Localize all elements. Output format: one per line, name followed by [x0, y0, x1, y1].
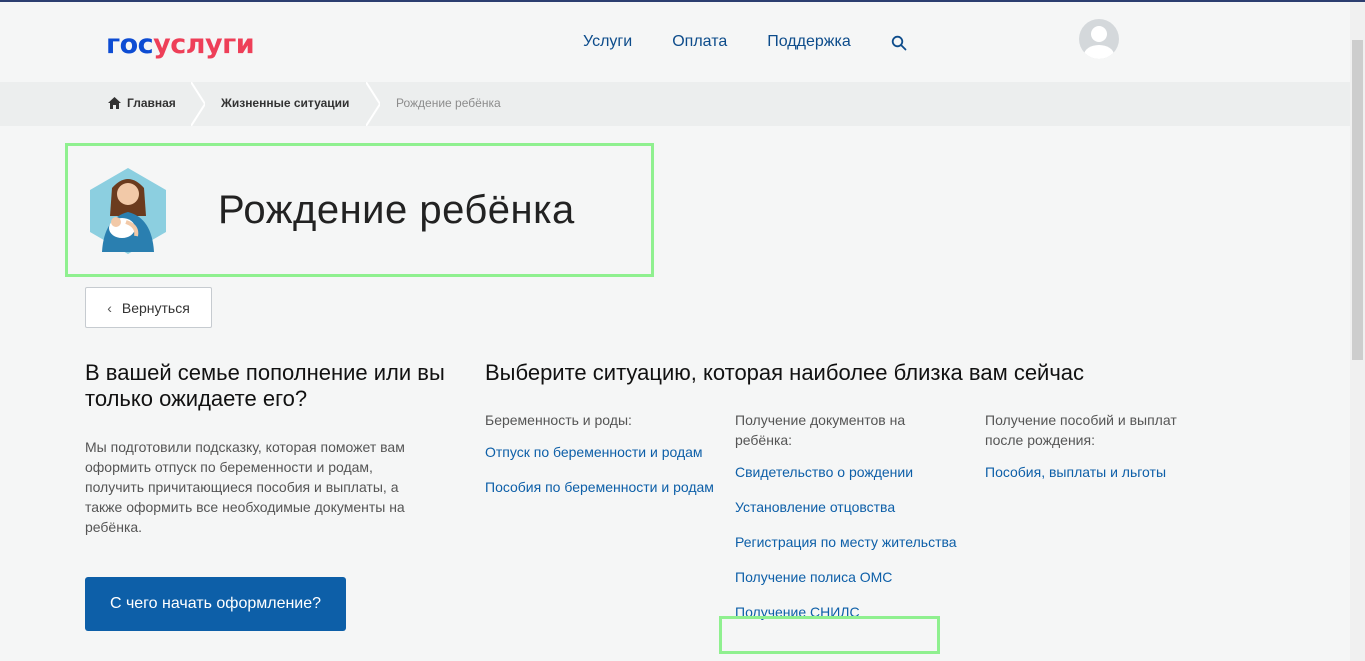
gosuslugi-logo[interactable]: госуслуги — [106, 29, 255, 60]
main-nav: Услуги Оплата Поддержка — [583, 33, 907, 51]
chevron-left-icon: ‹ — [107, 299, 112, 316]
column-heading: Получение пособий и выплат после рождени… — [985, 412, 1177, 448]
search-icon[interactable] — [891, 35, 907, 51]
link-paternity[interactable]: Установление отцовства — [735, 497, 965, 517]
nav-payment[interactable]: Оплата — [672, 33, 727, 51]
back-button[interactable]: ‹ Вернуться — [85, 287, 212, 328]
breadcrumb-separator — [366, 82, 380, 126]
column-heading: Получение документов на ребёнка: — [735, 412, 906, 448]
back-button-label: Вернуться — [121, 299, 190, 316]
hero-block: Рождение ребёнка — [65, 143, 654, 277]
intro-heading: В вашей семье пополнение или вы только о… — [85, 360, 445, 411]
intro-text: Мы подготовили подсказку, которая поможе… — [85, 439, 405, 535]
nav-services[interactable]: Услуги — [583, 33, 632, 51]
link-birth-certificate[interactable]: Свидетельство о рождении — [735, 462, 965, 482]
nav-support[interactable]: Поддержка — [767, 33, 850, 51]
page-title: Рождение ребёнка — [218, 188, 575, 232]
breadcrumb-home[interactable]: Главная — [108, 96, 176, 110]
link-registration[interactable]: Регистрация по месту жительства — [735, 532, 965, 552]
breadcrumb-separator — [191, 82, 205, 126]
page-scrollbar[interactable] — [1350, 2, 1365, 661]
mother-with-baby-icon — [90, 168, 166, 254]
logo-part-gos: гос — [106, 29, 154, 60]
start-button[interactable]: С чего начать оформление? — [85, 577, 346, 631]
site-header: госуслуги Услуги Оплата Поддержка — [0, 2, 1350, 82]
column-heading: Беременность и роды: — [485, 412, 632, 428]
link-maternity-leave[interactable]: Отпуск по беременности и родам — [485, 442, 715, 462]
logo-part-uslugi: услуги — [153, 29, 255, 60]
breadcrumb-life-situations[interactable]: Жизненные ситуации — [221, 96, 349, 110]
home-icon — [108, 97, 121, 109]
column-documents: Получение документов на ребёнка: Свидете… — [735, 410, 965, 637]
situations-heading: Выберите ситуацию, которая наиболее близ… — [485, 360, 1085, 385]
link-maternity-benefits[interactable]: Пособия по беременности и родам — [485, 477, 715, 497]
column-pregnancy: Беременность и роды: Отпуск по беременно… — [485, 410, 715, 512]
breadcrumb: Главная Жизненные ситуации Рождение ребё… — [0, 82, 1350, 126]
breadcrumb-current: Рождение ребёнка — [396, 96, 501, 110]
snils-highlight-box — [719, 616, 940, 654]
link-benefits-payments[interactable]: Пособия, выплаты и льготы — [985, 462, 1215, 482]
link-oms-policy[interactable]: Получение полиса ОМС — [735, 567, 965, 587]
user-avatar-icon[interactable] — [1079, 19, 1119, 59]
breadcrumb-home-label: Главная — [127, 96, 176, 110]
column-benefits: Получение пособий и выплат после рождени… — [985, 410, 1215, 497]
scrollbar-thumb[interactable] — [1352, 40, 1363, 360]
